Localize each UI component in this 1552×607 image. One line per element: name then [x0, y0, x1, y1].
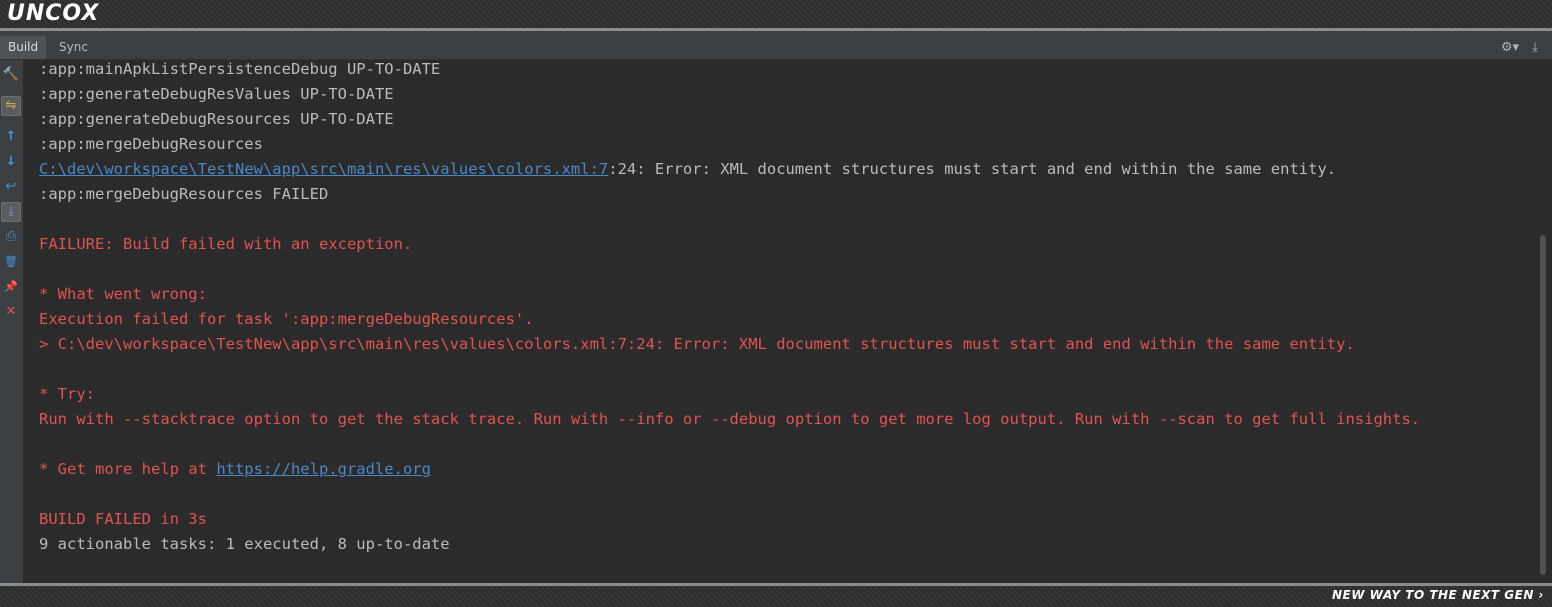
brand-logo: UNCOX	[7, 1, 100, 26]
build-tool-window-header: Build Sync ⚙▾ ⤓	[0, 36, 1552, 60]
hide-icon[interactable]: ⤓	[1526, 39, 1544, 57]
console-line-error: BUILD FAILED in 3s	[39, 510, 207, 528]
console-toolbar: 🔨 ⇋ ↑ ↓ ↩ ⤓ ⎙ 🗑 📌 ✕	[0, 60, 24, 583]
slogan: NEW WAY TO THE NEXT GEN ›	[1332, 588, 1544, 602]
console-line-error: * Try:	[39, 385, 95, 403]
file-location-link[interactable]: C:\dev\workspace\TestNew\app\src\main\re…	[39, 160, 608, 178]
tab-sync[interactable]: Sync	[51, 36, 96, 59]
console-output[interactable]: :app:mainApkListPersistenceDebug UP-TO-D…	[24, 60, 1538, 583]
gear-icon[interactable]: ⚙▾	[1498, 39, 1522, 57]
soft-wrap-icon[interactable]: ↩	[1, 177, 21, 197]
console-line: :app:generateDebugResources UP-TO-DATE	[39, 110, 394, 128]
console-line: :app:mergeDebugResources FAILED	[39, 185, 329, 203]
scroll-to-end-icon[interactable]: ⤓	[1, 202, 21, 222]
next-occurrence-icon[interactable]: ↓	[1, 152, 21, 172]
console-line-error: > C:\dev\workspace\TestNew\app\src\main\…	[39, 335, 1355, 353]
clear-all-icon[interactable]: 🗑	[1, 252, 21, 272]
tab-build[interactable]: Build	[0, 36, 47, 59]
console-line: :app:mergeDebugResources	[39, 135, 263, 153]
close-icon[interactable]: ✕	[1, 302, 21, 322]
console-line-error: FAILURE: Build failed with an exception.	[39, 235, 413, 253]
console-line-help: * Get more help at https://help.gradle.o…	[39, 457, 431, 482]
build-hammer-icon[interactable]: 🔨	[1, 65, 21, 85]
toggle-view-icon[interactable]: ⇋	[1, 96, 21, 116]
console-line: 9 actionable tasks: 1 executed, 8 up-to-…	[39, 535, 450, 553]
bottom-banner: NEW WAY TO THE NEXT GEN ›	[0, 586, 1552, 607]
error-message: :24: Error: XML document structures must…	[608, 160, 1337, 178]
console-line: :app:generateDebugResValues UP-TO-DATE	[39, 85, 394, 103]
top-banner: UNCOX	[0, 0, 1552, 28]
console-line: :app:mainApkListPersistenceDebug UP-TO-D…	[39, 60, 441, 78]
console-line-error: * What went wrong:	[39, 285, 207, 303]
console-line-error: Run with --stacktrace option to get the …	[39, 410, 1421, 428]
console-line-error-location: C:\dev\workspace\TestNew\app\src\main\re…	[39, 157, 1336, 182]
console-line-error: Execution failed for task ':app:mergeDeb…	[39, 310, 534, 328]
scrollbar-thumb[interactable]	[1540, 235, 1546, 575]
gradle-help-link[interactable]: https://help.gradle.org	[216, 460, 431, 478]
previous-occurrence-icon[interactable]: ↑	[1, 127, 21, 147]
help-prefix: * Get more help at	[39, 460, 217, 478]
print-icon[interactable]: ⎙	[1, 227, 21, 247]
pin-icon[interactable]: 📌	[1, 277, 21, 297]
